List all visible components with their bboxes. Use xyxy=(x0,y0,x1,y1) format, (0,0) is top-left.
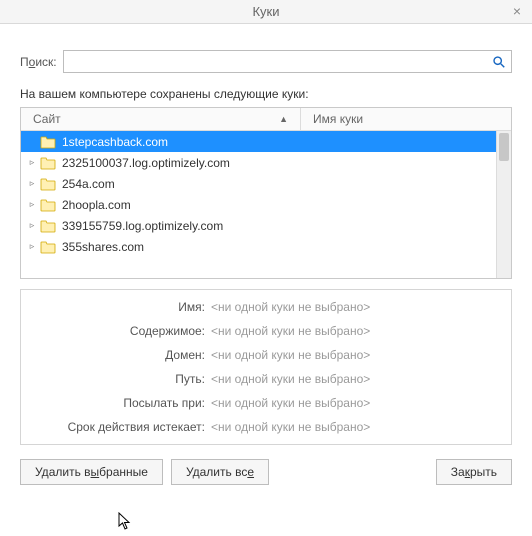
vertical-scrollbar[interactable] xyxy=(496,131,511,278)
search-field[interactable] xyxy=(63,50,512,73)
table-row[interactable]: ▹ 355shares.com xyxy=(21,236,496,257)
search-input[interactable] xyxy=(68,53,491,71)
detail-label-expires: Срок действия истекает: xyxy=(21,420,211,434)
detail-row-expires: Срок действия истекает: <ни одной куки н… xyxy=(21,420,497,434)
detail-label-path: Путь: xyxy=(21,372,211,386)
row-site-label: 254a.com xyxy=(62,177,115,191)
folder-icon xyxy=(40,156,56,170)
detail-label-domain: Домен: xyxy=(21,348,211,362)
cookie-details: Имя: <ни одной куки не выбрано> Содержим… xyxy=(20,289,512,445)
table-row[interactable]: 1stepcashback.com xyxy=(21,131,496,152)
intro-text: На вашем компьютере сохранены следующие … xyxy=(20,87,512,101)
close-icon[interactable]: × xyxy=(508,2,526,20)
detail-label-name: Имя: xyxy=(21,300,211,314)
row-site-label: 1stepcashback.com xyxy=(62,135,168,149)
detail-value-send: <ни одной куки не выбрано> xyxy=(211,396,370,410)
folder-icon xyxy=(40,219,56,233)
folder-icon xyxy=(40,198,56,212)
row-site-label: 2hoopla.com xyxy=(62,198,131,212)
sort-indicator-icon: ▲ xyxy=(279,114,288,124)
folder-icon xyxy=(40,240,56,254)
footer: Удалить выбранные Удалить все Закрыть xyxy=(20,459,512,485)
expand-icon[interactable]: ▹ xyxy=(27,178,37,189)
list-header[interactable]: Сайт ▲ Имя куки xyxy=(21,108,511,131)
table-row[interactable]: ▹ 254a.com xyxy=(21,173,496,194)
search-label: Поиск: xyxy=(20,55,57,69)
detail-row-send: Посылать при: <ни одной куки не выбрано> xyxy=(21,396,497,410)
detail-value-content: <ни одной куки не выбрано> xyxy=(211,324,370,338)
column-header-site[interactable]: Сайт ▲ xyxy=(21,108,301,130)
row-site-label: 355shares.com xyxy=(62,240,144,254)
table-row[interactable]: ▹ 339155759.log.optimizely.com xyxy=(21,215,496,236)
expand-icon[interactable]: ▹ xyxy=(27,220,37,231)
detail-value-path: <ни одной куки не выбрано> xyxy=(211,372,370,386)
window-title: Куки xyxy=(252,4,279,19)
detail-value-name: <ни одной куки не выбрано> xyxy=(211,300,370,314)
search-icon[interactable] xyxy=(491,54,507,70)
cursor-icon xyxy=(118,512,134,535)
dialog-content: Поиск: На вашем компьютере сохранены сле… xyxy=(0,24,532,499)
expand-icon[interactable]: ▹ xyxy=(27,199,37,210)
table-row[interactable]: ▹ 2hoopla.com xyxy=(21,194,496,215)
column-header-name-label: Имя куки xyxy=(313,112,363,126)
expand-icon[interactable]: ▹ xyxy=(27,241,37,252)
row-site-label: 2325100037.log.optimizely.com xyxy=(62,156,230,170)
cookie-list: Сайт ▲ Имя куки 1stepcashback.com ▹ 232510… xyxy=(20,107,512,279)
detail-value-domain: <ни одной куки не выбрано> xyxy=(211,348,370,362)
detail-value-expires: <ни одной куки не выбрано> xyxy=(211,420,370,434)
table-row[interactable]: ▹ 2325100037.log.optimizely.com xyxy=(21,152,496,173)
detail-label-content: Содержимое: xyxy=(21,324,211,338)
detail-row-path: Путь: <ни одной куки не выбрано> xyxy=(21,372,497,386)
detail-row-domain: Домен: <ни одной куки не выбрано> xyxy=(21,348,497,362)
list-body: 1stepcashback.com ▹ 2325100037.log.optimiz… xyxy=(21,131,511,278)
column-header-name[interactable]: Имя куки xyxy=(301,108,511,130)
row-site-label: 339155759.log.optimizely.com xyxy=(62,219,223,233)
detail-label-send: Посылать при: xyxy=(21,396,211,410)
scrollbar-thumb[interactable] xyxy=(499,133,509,161)
titlebar: Куки × xyxy=(0,0,532,24)
remove-selected-button[interactable]: Удалить выбранные xyxy=(20,459,163,485)
folder-icon xyxy=(40,177,56,191)
column-header-site-label: Сайт xyxy=(33,112,61,126)
folder-icon xyxy=(40,135,56,149)
detail-row-name: Имя: <ни одной куки не выбрано> xyxy=(21,300,497,314)
expand-icon[interactable]: ▹ xyxy=(27,157,37,168)
remove-all-button[interactable]: Удалить все xyxy=(171,459,269,485)
search-row: Поиск: xyxy=(20,50,512,73)
detail-row-content: Содержимое: <ни одной куки не выбрано> xyxy=(21,324,497,338)
close-button[interactable]: Закрыть xyxy=(436,459,512,485)
